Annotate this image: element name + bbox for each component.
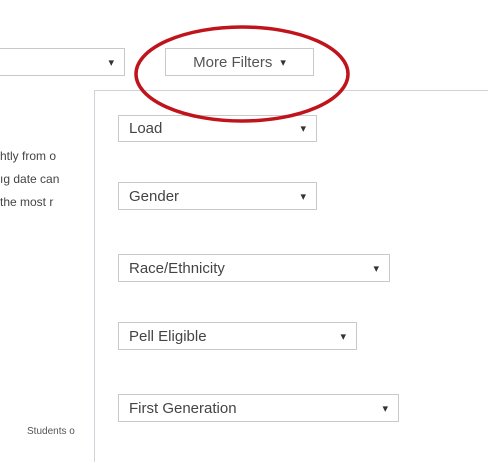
first-generation-filter-label: First Generation [129,399,237,417]
pell-eligible-filter-label: Pell Eligible [129,327,207,345]
load-filter-dropdown[interactable]: Load ▾ [118,115,317,142]
background-footnote: Students o [27,426,75,437]
background-text-line: htly from o [0,149,57,163]
chevron-down-icon: ▾ [280,56,286,69]
more-filters-button[interactable]: More Filters ▾ [165,48,314,76]
background-text-line: ıg date can [0,172,60,186]
background-text-line: the most r [0,195,54,209]
chevron-down-icon: ▾ [300,123,306,135]
chevron-down-icon: ▾ [300,190,306,203]
chevron-down-icon: ▾ [373,262,379,275]
chevron-down-icon: ▾ [340,330,346,343]
load-filter-label: Load [129,120,163,137]
pell-eligible-filter-dropdown[interactable]: Pell Eligible ▾ [118,322,357,350]
first-generation-filter-dropdown[interactable]: First Generation ▾ [118,394,399,422]
gender-filter-label: Gender [129,187,180,205]
race-ethnicity-filter-label: Race/Ethnicity [129,259,225,277]
chevron-down-icon: ▾ [108,56,114,69]
top-select-dropdown[interactable]: ▾ [0,48,125,76]
chevron-down-icon: ▾ [382,402,388,415]
gender-filter-dropdown[interactable]: Gender ▾ [118,182,317,210]
race-ethnicity-filter-dropdown[interactable]: Race/Ethnicity ▾ [118,254,390,282]
more-filters-label: More Filters [193,53,273,71]
